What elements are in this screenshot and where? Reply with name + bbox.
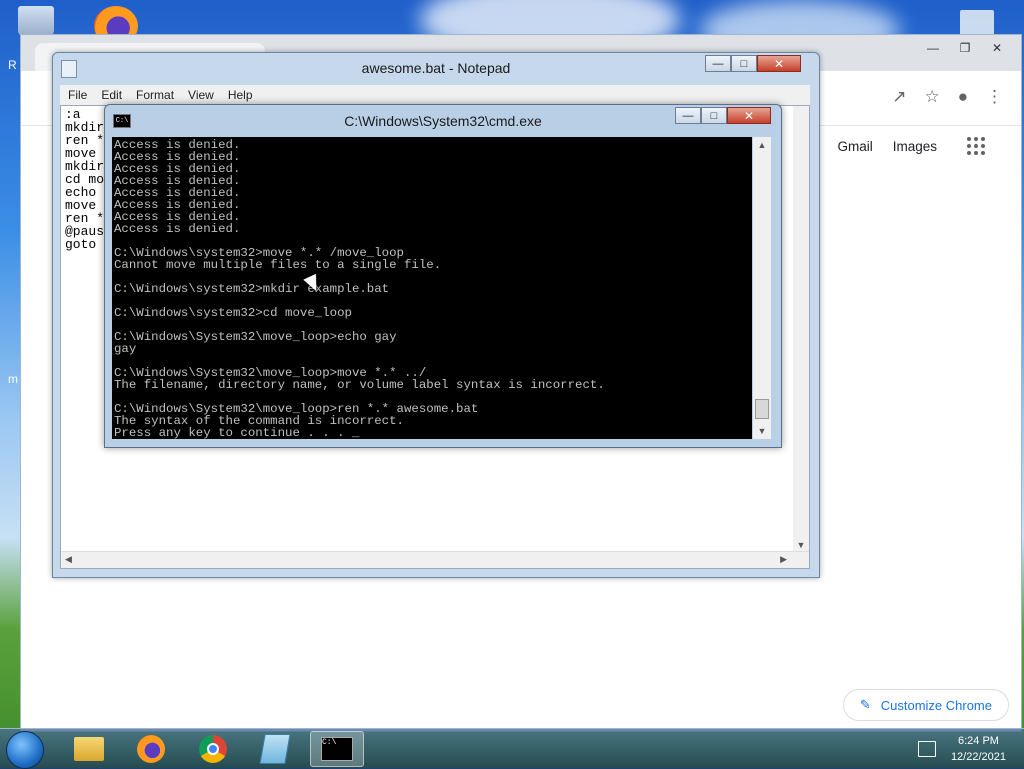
cmd-window[interactable]: C:\ C:\Windows\System32\cmd.exe — □ ✕ Ac… (104, 104, 782, 448)
taskbar-notepad[interactable] (248, 731, 302, 767)
scroll-thumb[interactable] (755, 399, 769, 419)
console-line: C:\Windows\system32>cd move_loop (114, 306, 352, 320)
folder-icon (74, 737, 104, 761)
start-button[interactable] (6, 731, 44, 769)
menu-file[interactable]: File (68, 88, 87, 102)
profile-icon[interactable]: ● (958, 87, 968, 107)
console-line: gay (114, 342, 137, 356)
cmd-icon: C:\ (321, 737, 353, 761)
console-output[interactable]: Access is denied. Access is denied. Access… (112, 137, 752, 439)
firefox-icon (137, 735, 165, 763)
minimize-icon[interactable]: — (705, 55, 731, 72)
pencil-icon: ✎ (859, 697, 871, 712)
chrome-icon (199, 735, 227, 763)
menu-kebab-icon[interactable]: ⋮ (986, 87, 1003, 107)
taskbar-firefox[interactable] (124, 731, 178, 767)
notepad-text: :a mkdir ren * move mkdir cd mo echo move ren * @… (65, 108, 104, 251)
close-icon[interactable]: ✕ (983, 39, 1011, 57)
minimize-icon[interactable]: — (919, 39, 947, 57)
console-line: Press any key to continue . . . _ (114, 426, 360, 439)
console-text: Access is denied. Access is denied. Access… (114, 139, 605, 439)
taskbar-cmd[interactable]: C:\ (310, 731, 364, 767)
minimize-icon[interactable]: — (675, 107, 701, 124)
images-link[interactable]: Images (893, 139, 937, 154)
desktop-label: R (8, 58, 17, 72)
menu-view[interactable]: View (188, 88, 214, 102)
notepad-menubar: File Edit Format View Help (60, 85, 810, 105)
taskbar: C:\ 6:24 PM 12/22/2021 (0, 728, 1024, 769)
console-line: Cannot move multiple files to a single f… (114, 258, 442, 272)
vertical-scrollbar[interactable]: ▲ ▼ (753, 137, 771, 439)
network-icon[interactable] (918, 741, 936, 757)
maximize-icon[interactable]: ❐ (951, 39, 979, 57)
gmail-link[interactable]: Gmail (837, 139, 872, 154)
notepad-window-controls: — □ ✕ (705, 55, 801, 72)
clock-date: 12/22/2021 (950, 751, 1006, 763)
menu-edit[interactable]: Edit (101, 88, 122, 102)
vertical-scrollbar[interactable]: ▼ (793, 106, 809, 552)
console-line: The filename, directory name, or volume … (114, 378, 605, 392)
taskbar-explorer[interactable] (62, 731, 116, 767)
clock[interactable]: 6:24 PM 12/22/2021 (951, 733, 1006, 765)
console-line: C:\Windows\System32\move_loop>echo gay (114, 330, 397, 344)
google-header: Gmail Images (837, 137, 985, 155)
horizontal-scrollbar[interactable]: ◀ ▶ (61, 551, 809, 568)
close-icon[interactable]: ✕ (757, 55, 801, 72)
close-icon[interactable]: ✕ (727, 107, 771, 124)
cmd-window-controls: — □ ✕ (675, 107, 771, 124)
maximize-icon[interactable]: □ (731, 55, 757, 72)
menu-help[interactable]: Help (228, 88, 253, 102)
chrome-window-controls: — ❐ ✕ (919, 39, 1011, 57)
customize-chrome-label: Customize Chrome (880, 697, 992, 713)
console-line: C:\Windows\system32>mkdir example.bat (114, 282, 390, 296)
notepad-line: goto (65, 237, 97, 252)
maximize-icon[interactable]: □ (701, 107, 727, 124)
customize-chrome-button[interactable]: ✎ Customize Chrome (842, 689, 1009, 721)
share-icon[interactable]: ↗ (892, 87, 906, 107)
apps-grid-icon[interactable] (967, 137, 985, 155)
notepad-icon (259, 734, 291, 764)
toolbar-icons: ↗ ☆ ● ⋮ (892, 87, 1003, 107)
menu-format[interactable]: Format (136, 88, 174, 102)
console-line: Access is denied. (114, 222, 241, 236)
desktop-label: m (8, 372, 18, 386)
bookmark-star-icon[interactable]: ☆ (924, 87, 939, 107)
clock-time: 6:24 PM (957, 735, 999, 747)
taskbar-chrome[interactable] (186, 731, 240, 767)
